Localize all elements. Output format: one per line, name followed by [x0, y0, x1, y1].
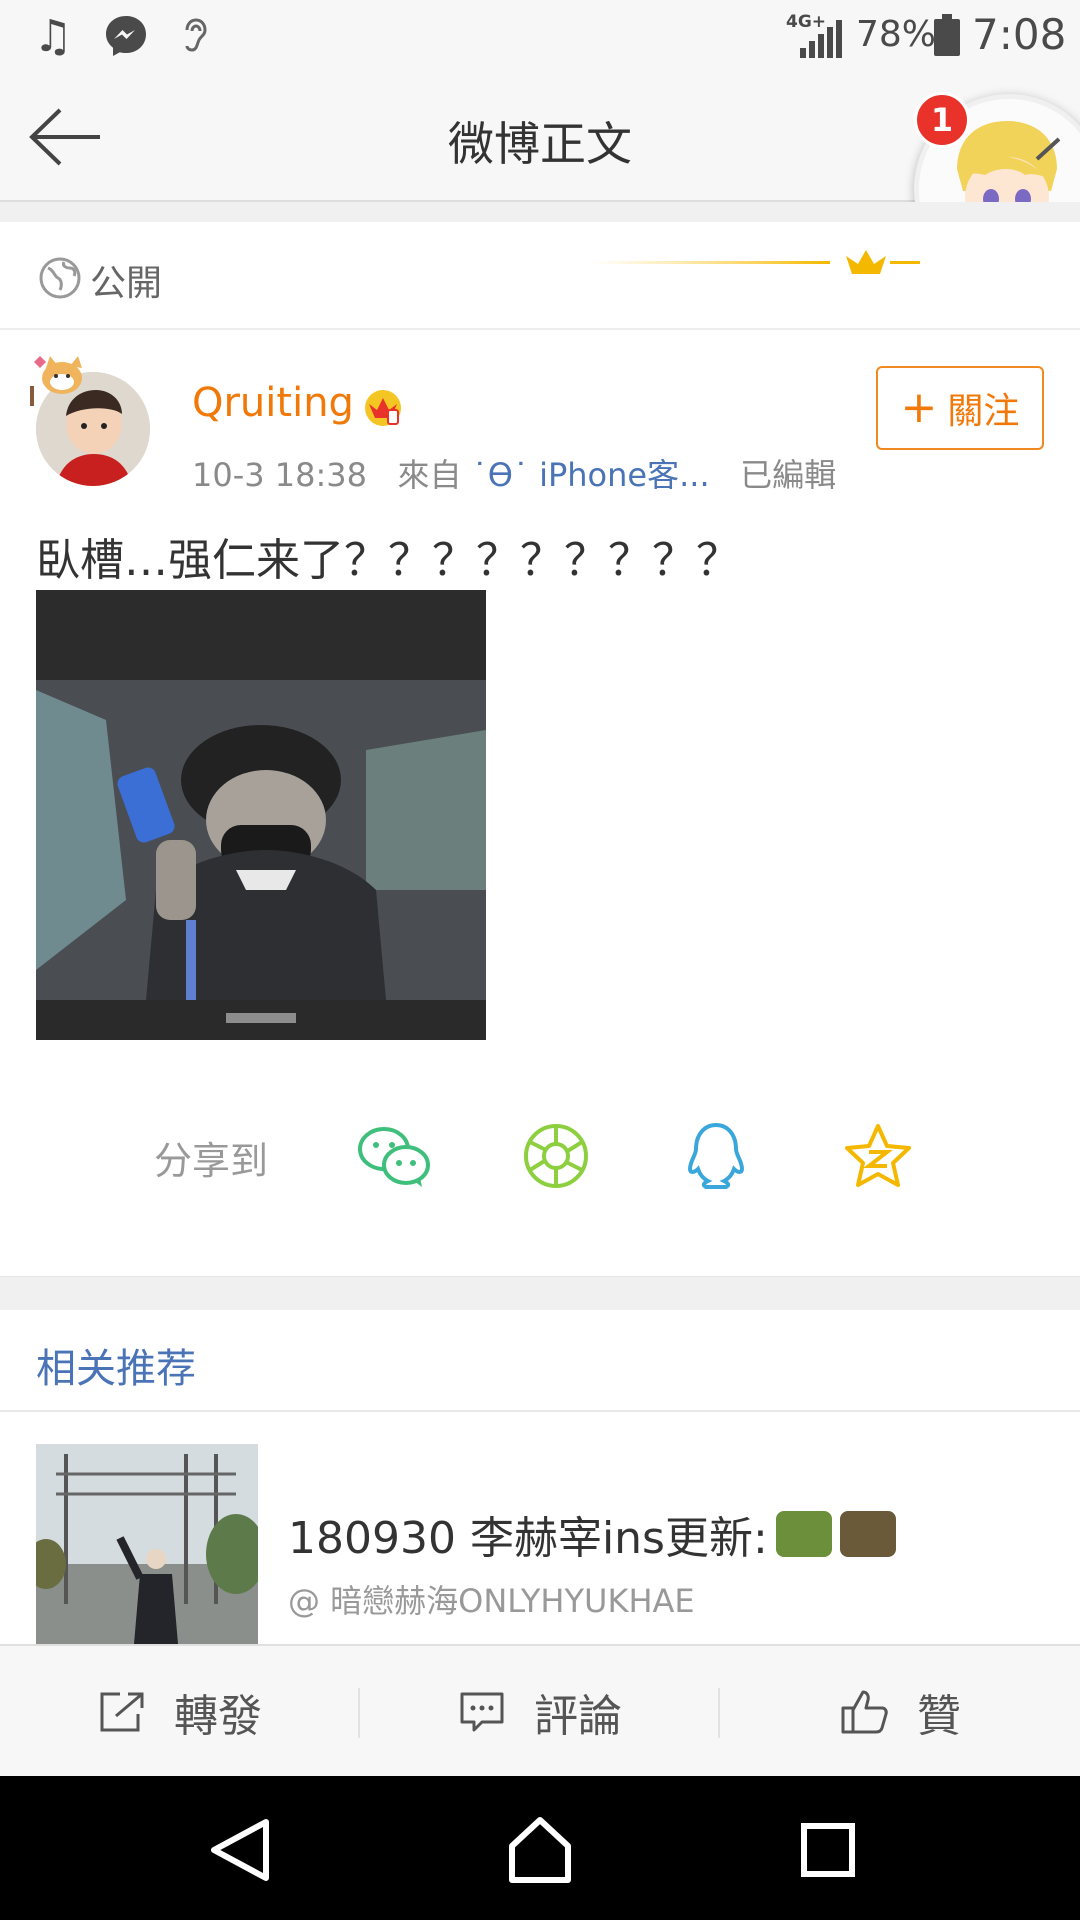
train-tunnel-emoji-icon [839, 1511, 896, 1557]
moments-icon[interactable] [516, 1118, 596, 1194]
railway-track-emoji-icon [775, 1511, 832, 1557]
music-note-icon: ♫ [33, 10, 73, 62]
recent-apps-icon[interactable] [788, 1810, 868, 1890]
repost-icon [100, 1692, 144, 1732]
clock: 7:08 [972, 10, 1067, 59]
system-navigation-bar [0, 1776, 1080, 1920]
battery-percent: 78% [856, 14, 937, 55]
messenger-icon [100, 12, 152, 60]
visibility-label: 公開 [90, 263, 163, 304]
comment-button[interactable]: 評論 [360, 1646, 720, 1778]
follow-button[interactable]: + 關注 [876, 366, 1044, 450]
plus-icon: + [900, 382, 938, 433]
vip-crown-icon [365, 390, 401, 426]
follow-label: 關注 [947, 391, 1020, 432]
status-bar: ♫ 4G+ 78% 7:08 [0, 0, 1080, 72]
crown-decoration-icon [590, 250, 920, 274]
cat-decoration-icon [30, 356, 82, 406]
recommend-item-text: 180930 李赫宰ins更新: [288, 1513, 768, 1564]
battery-icon [934, 14, 960, 56]
post-action-bar: 轉發 評論 贊 [0, 1644, 1080, 1776]
share-label: 分享到 [154, 1139, 269, 1183]
visibility-row: 公開 [0, 222, 1080, 330]
author-name[interactable]: Qruiting [192, 380, 354, 426]
like-label: 贊 [917, 1691, 961, 1742]
recommend-item-title: 180930 李赫宰ins更新: [288, 1502, 896, 1566]
section-divider [0, 202, 1080, 222]
qzone-icon[interactable] [838, 1118, 918, 1194]
section-divider [0, 1276, 1080, 1310]
signal-icon [800, 20, 842, 58]
globe-icon [39, 257, 81, 299]
notification-badge: 1 [914, 92, 970, 148]
repost-label: 轉發 [174, 1691, 262, 1742]
hearing-icon [178, 12, 214, 60]
post-date: 10-3 18:38 [192, 456, 368, 494]
recommend-title: 相关推荐 [36, 1346, 196, 1392]
post-image[interactable] [36, 590, 486, 1040]
recommend-item-author: @ 暗戀赫海ONLYHYUKHAE [288, 1582, 695, 1620]
thumbs-up-icon [841, 1690, 888, 1734]
repost-button[interactable]: 轉發 [0, 1646, 360, 1778]
recommend-item[interactable]: 180930 李赫宰ins更新: @ 暗戀赫海ONLYHYUKHAE [0, 1412, 1080, 1644]
back-icon[interactable] [200, 1810, 280, 1890]
post-meta: 10-3 18:38 來自 ˙ϴ˙ iPhone客... 已編輯 [192, 450, 836, 496]
qq-icon[interactable] [676, 1118, 756, 1194]
edited-label: 已編輯 [740, 456, 837, 494]
comment-icon [460, 1692, 504, 1732]
post-text: 臥槽…强仁来了？？？？？？？？？ [36, 535, 740, 586]
comment-label: 評論 [534, 1691, 622, 1742]
like-button[interactable]: 贊 [720, 1646, 1080, 1778]
source-prefix: 來自 [397, 456, 462, 494]
wechat-icon[interactable] [354, 1118, 434, 1194]
post-source-link[interactable]: ˙ϴ˙ iPhone客... [472, 456, 710, 494]
recommend-thumbnail [36, 1444, 258, 1644]
home-icon[interactable] [500, 1810, 580, 1890]
